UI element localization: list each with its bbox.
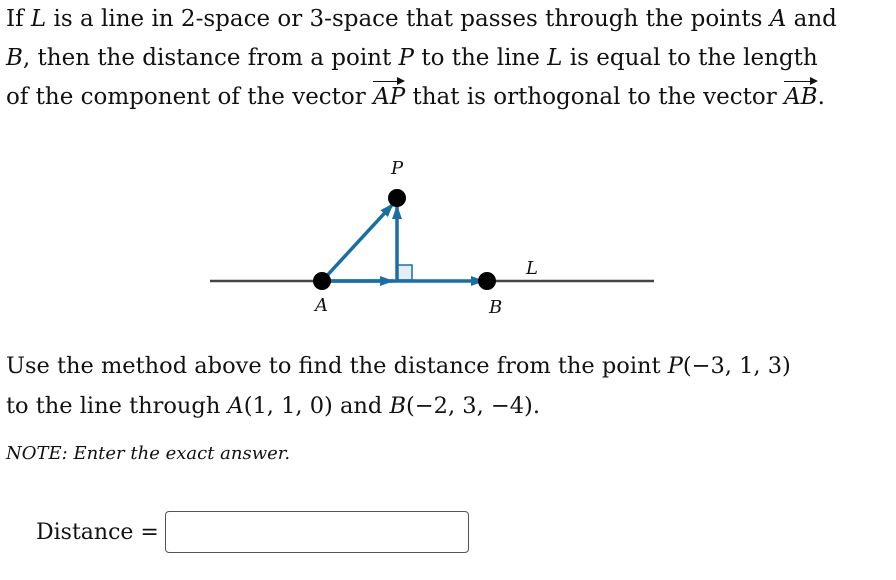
distance-input[interactable]: [164, 511, 469, 553]
point-P: [388, 189, 406, 207]
point-B: [478, 272, 496, 290]
text: and: [332, 393, 390, 419]
math-P: P: [667, 353, 683, 379]
projection-diagram: P A B L: [210, 158, 654, 318]
point-P-coords: (−3, 1, 3): [682, 353, 791, 379]
vector-AP-arrow: [320, 202, 395, 283]
text: Use the method above to find the distanc…: [6, 353, 668, 379]
math-B: B: [389, 393, 407, 419]
problem-line-2: to the line through A(1, 1, 0) and B(−2,…: [6, 386, 791, 426]
point-A-coords: (1, 1, 0): [243, 393, 333, 419]
text: to the line through: [6, 393, 228, 419]
point-A: [313, 272, 331, 290]
label-L: L: [525, 258, 538, 279]
problem-paragraph: Use the method above to find the distanc…: [6, 346, 791, 426]
math-A: A: [227, 393, 244, 419]
note-text: NOTE: Enter the exact answer.: [6, 443, 291, 464]
point-B-coords: (−2, 3, −4): [406, 393, 533, 419]
label-P: P: [390, 158, 404, 179]
label-B: B: [488, 297, 502, 318]
text: .: [532, 393, 540, 419]
right-angle-marker: [396, 264, 413, 281]
distance-label: Distance =: [36, 519, 159, 545]
answer-row: Distance =: [36, 511, 469, 553]
label-A: A: [313, 295, 328, 316]
problem-line-1: Use the method above to find the distanc…: [6, 346, 791, 386]
